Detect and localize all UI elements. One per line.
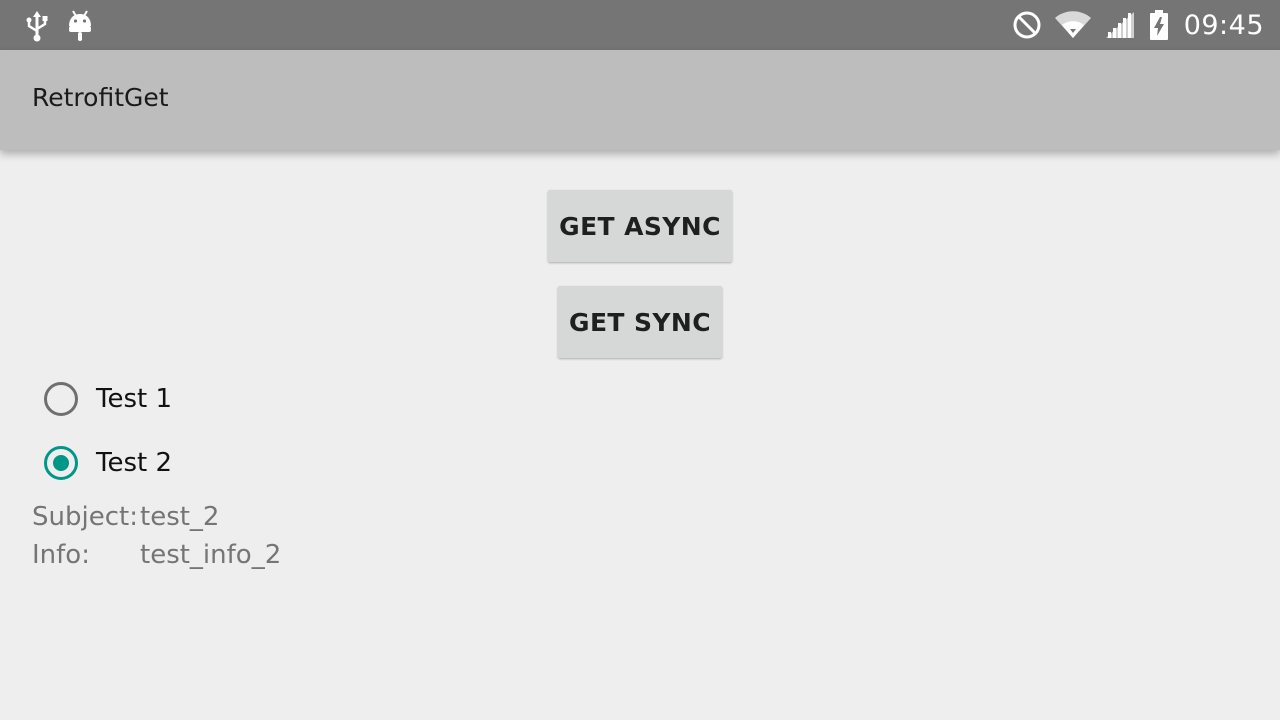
radio-test-1-label[interactable]: Test 1 — [96, 384, 172, 414]
status-bar: 09:45 — [0, 0, 1280, 50]
radio-checked-icon[interactable] — [44, 446, 78, 480]
app-bar: RetrofitGet — [0, 50, 1280, 150]
app-title: RetrofitGet — [32, 83, 169, 112]
status-system-icons: 09:45 — [1012, 0, 1264, 50]
info-label: Info: — [32, 540, 90, 570]
radio-test-1[interactable]: Test 1 — [44, 382, 172, 416]
radio-test-2-label[interactable]: Test 2 — [96, 448, 172, 478]
cell-signal-icon — [1104, 10, 1136, 40]
android-icon — [66, 9, 94, 43]
get-async-button[interactable]: GET ASYNC — [548, 190, 732, 262]
radio-test-2[interactable]: Test 2 — [44, 446, 172, 480]
subject-value: test_2 — [140, 502, 220, 532]
status-clock: 09:45 — [1183, 9, 1264, 41]
subject-label: Subject: — [32, 502, 138, 532]
wifi-icon — [1054, 10, 1092, 40]
info-value: test_info_2 — [140, 540, 282, 570]
status-notification-icons — [22, 9, 94, 43]
info-line: Info: test_info_2 — [32, 540, 281, 570]
usb-icon — [22, 9, 52, 43]
get-sync-button[interactable]: GET SYNC — [558, 286, 722, 358]
battery-charging-icon — [1148, 9, 1170, 41]
subject-line: Subject: test_2 — [32, 502, 219, 532]
radio-checked-dot — [53, 455, 69, 471]
do-not-disturb-icon — [1012, 10, 1042, 40]
radio-unchecked-icon[interactable] — [44, 382, 78, 416]
